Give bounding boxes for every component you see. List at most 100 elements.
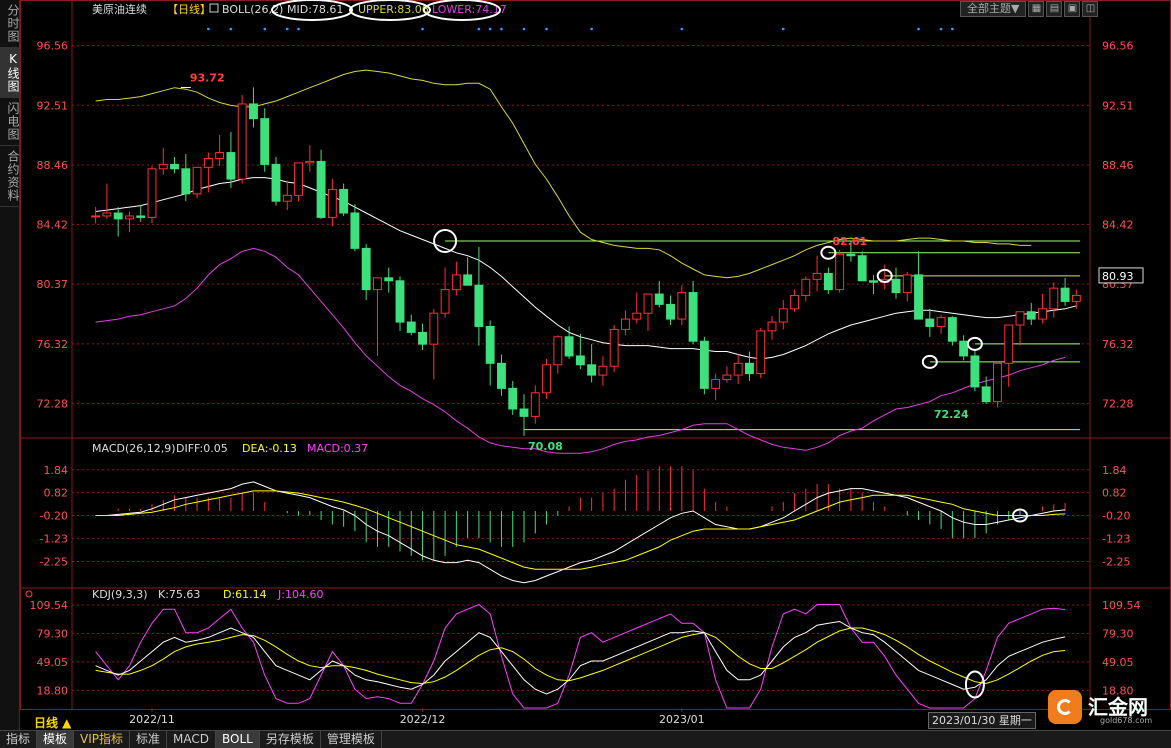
event-marker (488, 27, 492, 31)
y-tick-right: 88.46 (1102, 159, 1134, 172)
logo-text: 汇金网 (1088, 695, 1148, 719)
candle-body (147, 168, 157, 218)
bottom-tab-7[interactable]: 管理模板 (321, 731, 382, 748)
bottom-tab-4[interactable]: MACD (167, 731, 217, 748)
y-tick-right: 92.51 (1102, 99, 1134, 112)
event-marker (477, 27, 481, 31)
candle-body (451, 274, 461, 291)
bottom-tab-5[interactable]: BOLL (216, 731, 260, 748)
candle-body (891, 278, 901, 294)
chart-frame (20, 0, 1171, 710)
price-marker-value: 80.93 (1102, 270, 1134, 283)
candle-body (215, 152, 225, 159)
candle-body (249, 103, 258, 120)
instrument-title: 美原油连续 (92, 2, 147, 16)
layout-button-4[interactable]: ◫ (1082, 1, 1099, 17)
layout-button-1[interactable]: ▦ (1028, 1, 1045, 17)
candle-body (170, 163, 179, 170)
candle-body (666, 303, 675, 320)
candle-body (812, 272, 822, 280)
layout-button-2[interactable]: ▤ (1046, 1, 1063, 17)
candle-body (519, 408, 529, 417)
candle-body (294, 162, 303, 196)
candle-body (305, 160, 315, 164)
y-tick-right: 76.32 (1102, 338, 1134, 351)
bottom-tab-6[interactable]: 另存模板 (260, 731, 321, 748)
candle-body (1026, 311, 1036, 320)
sidebar-tab-3[interactable]: 合约资料 (0, 146, 20, 207)
candle-body (339, 188, 349, 214)
x-tick-label: 2022/12 (400, 713, 446, 726)
y-tick-left: 1.84 (44, 464, 69, 477)
theme-select[interactable]: 全部主题▼ (960, 1, 1027, 17)
sidebar-tab-0[interactable]: 分时图 (0, 0, 20, 48)
y-tick-right: 49.05 (1102, 656, 1134, 669)
period-label: 【日线】 (167, 2, 211, 16)
candle-body (564, 336, 574, 357)
y-tick-left: 72.28 (37, 397, 69, 410)
candle-body (361, 247, 371, 291)
sidebar-tab-2[interactable]: 闪电图 (0, 98, 20, 146)
candle-body (609, 328, 619, 367)
candle-body (181, 168, 191, 195)
sidebar: 分时图 K线图 闪电图 合约资料 (0, 0, 20, 730)
boll-upper-label: UPPER:83.06 (358, 3, 429, 16)
candle-body (587, 364, 597, 376)
bottom-toolbar: 指标 模板 VIP指标 标准 MACD BOLL 另存模板 管理模板 (0, 730, 1171, 748)
candle-body (778, 308, 788, 323)
candle-body (947, 317, 957, 342)
event-marker (285, 27, 289, 31)
candle-body (429, 312, 439, 345)
kdj-k-label: K:75.63 (158, 588, 200, 601)
y-tick-left: -1.23 (40, 533, 68, 546)
sidebar-tab-1[interactable]: K线图 (0, 48, 20, 98)
kdj-j-line (95, 603, 1066, 709)
y-tick-right: -1.23 (1102, 533, 1130, 546)
candle-body (282, 194, 292, 202)
candle-body (857, 255, 867, 282)
layout-button-3[interactable]: ▣ (1064, 1, 1081, 17)
y-tick-right: -2.25 (1102, 555, 1130, 568)
candle-body (846, 253, 856, 257)
kdj-j-label: J:104.60 (277, 588, 323, 601)
candle-body (508, 387, 518, 410)
y-tick-left: 88.46 (37, 159, 69, 172)
macd-diff-line (95, 481, 1066, 584)
bottom-tab-1[interactable]: 模板 (37, 731, 75, 748)
event-marker (297, 27, 300, 31)
candle-body (925, 318, 935, 327)
candle-body (790, 295, 799, 310)
candle-body (125, 215, 134, 220)
extreme-label: 70.08 (528, 440, 563, 453)
candle-body (677, 292, 687, 320)
candle-body (722, 374, 732, 381)
y-tick-left: 96.56 (37, 40, 69, 53)
y-tick-left: 109.54 (30, 599, 69, 612)
candle-body (869, 280, 878, 283)
bottom-tab-0[interactable]: 指标 (0, 731, 38, 748)
candle-body (237, 103, 247, 180)
y-tick-right: 79.30 (1102, 627, 1134, 640)
candle-body (632, 312, 642, 320)
highlight-circle (964, 670, 985, 699)
candle-body (192, 166, 202, 195)
event-marker (421, 27, 424, 31)
bottom-tab-2[interactable]: VIP指标 (74, 731, 131, 748)
candle-body (699, 340, 709, 389)
kdj-label: KDJ(9,3,3) (92, 588, 148, 601)
bottom-tab-3[interactable]: 标准 (130, 731, 168, 748)
boll-mid-line (95, 177, 1077, 360)
candle-body (733, 362, 743, 376)
extreme-label: 93.72 (190, 71, 225, 84)
candle-body (497, 362, 506, 389)
extreme-label: 82.61 (832, 235, 867, 248)
candle-body (654, 293, 664, 305)
y-tick-left: 18.80 (37, 684, 69, 697)
candle-body (530, 392, 540, 417)
period-selector[interactable]: 日线 ▲ (34, 714, 71, 731)
candle-body (102, 212, 112, 217)
candle-body (643, 293, 653, 314)
candle-body (485, 325, 495, 364)
toolbar: 全部主题▼ ▦ ▤ ▣ ◫ (960, 1, 1099, 17)
candle-body (756, 330, 766, 375)
